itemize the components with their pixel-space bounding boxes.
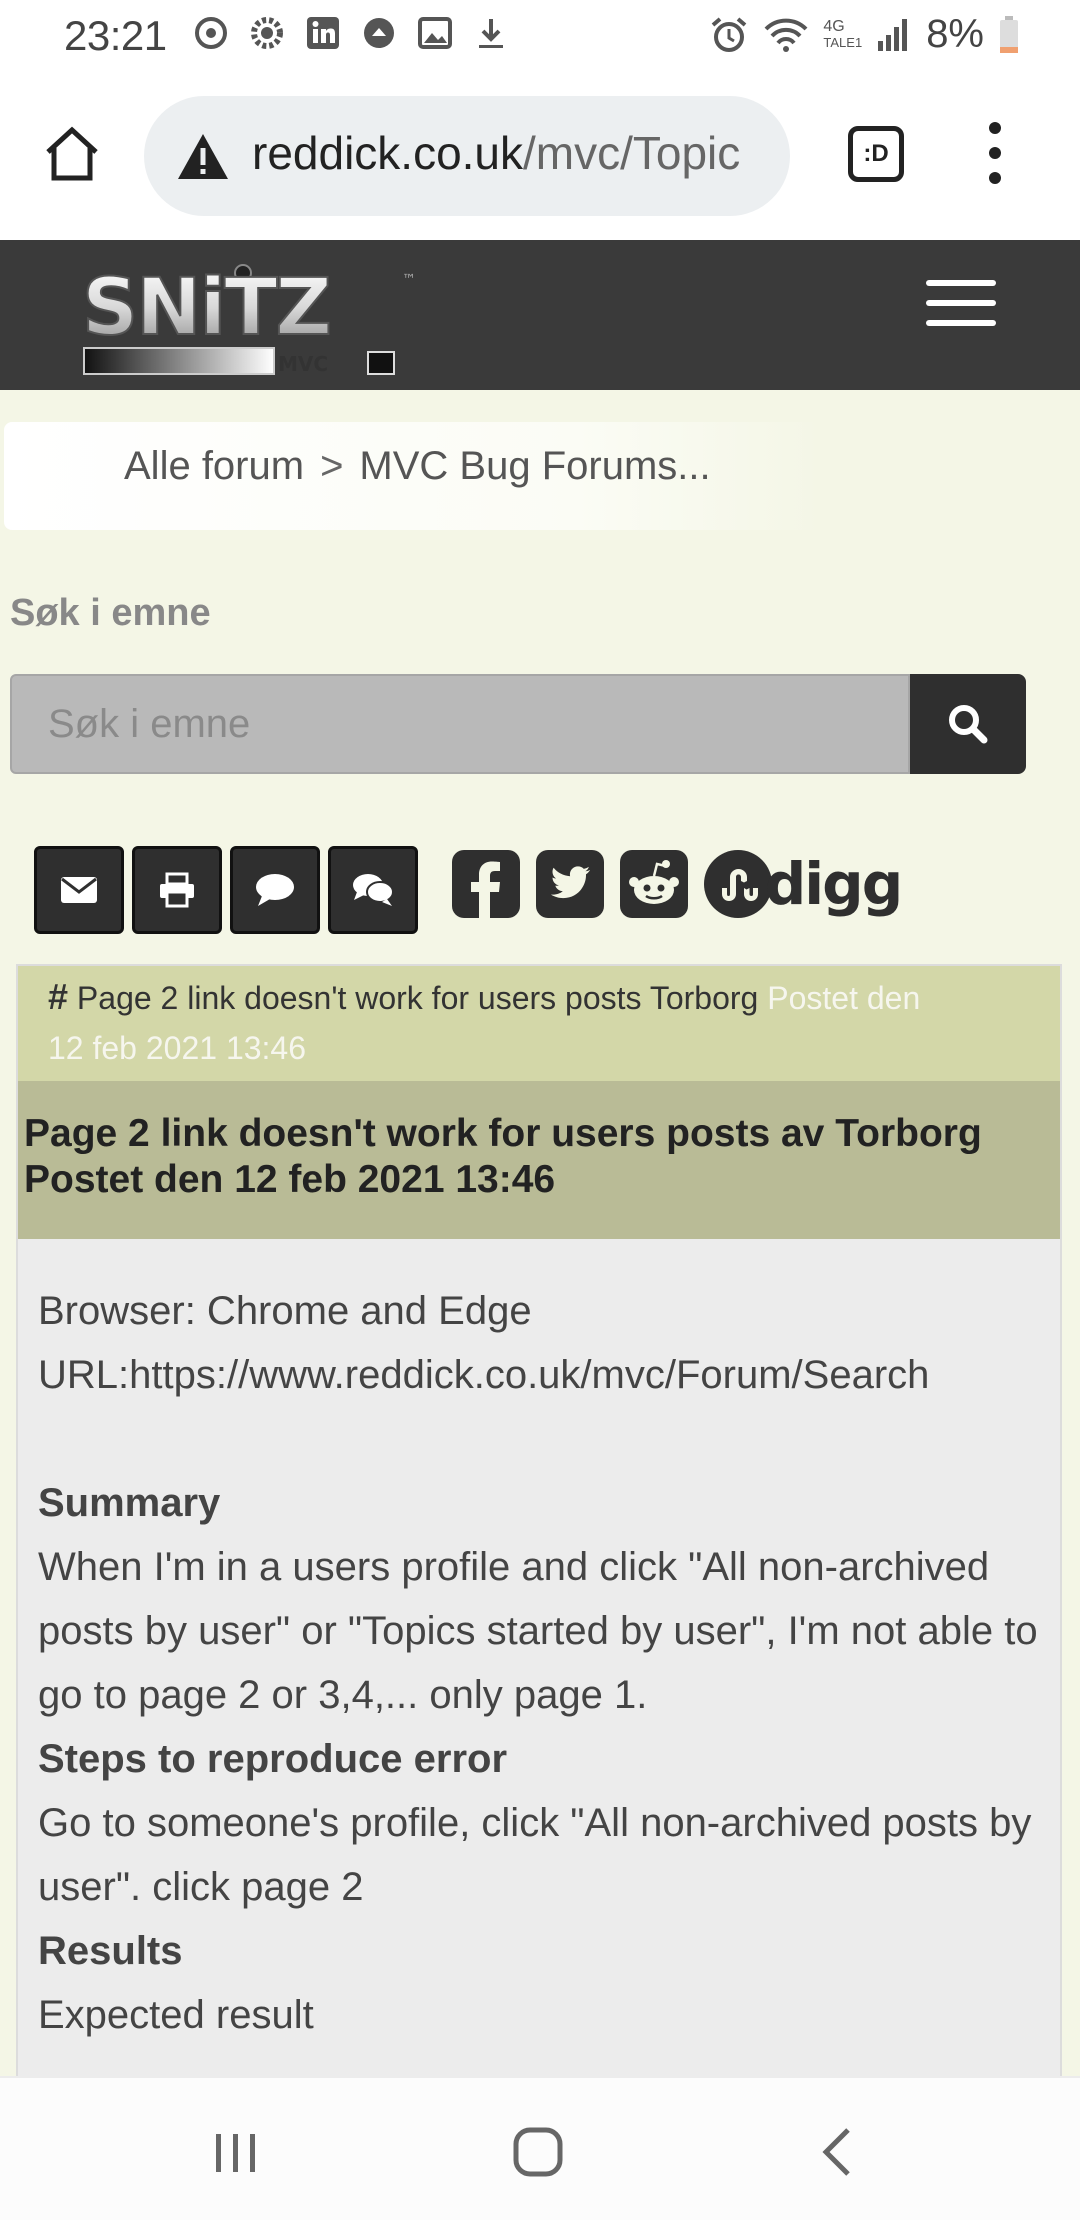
digg-icon: digg (764, 850, 903, 918)
post-heading-date: Postet den 12 feb 2021 13:46 (24, 1158, 556, 1201)
results-text: Expected result (38, 1993, 314, 2037)
system-nav-bar (0, 2076, 1080, 2220)
email-topic-button[interactable] (34, 846, 124, 934)
post-heading: Page 2 link doesn't work for users posts… (18, 1081, 1060, 1239)
hash-icon: # (48, 976, 69, 1017)
stumbleupon-icon (704, 850, 772, 918)
battery-icon (1000, 15, 1018, 53)
post-meta: # Page 2 link doesn't work for users pos… (18, 966, 1060, 1081)
post-heading-title: Page 2 link doesn't work for users posts… (24, 1112, 982, 1155)
image-icon (416, 14, 454, 52)
steps-heading: Steps to reproduce error (38, 1737, 508, 1781)
status-bar: 23:21 4G TALE1 8% (0, 0, 1080, 72)
summary-heading: Summary (38, 1481, 221, 1525)
digg-share-button[interactable]: digg (765, 850, 903, 918)
topic-actions (34, 846, 418, 934)
post-url-line[interactable]: URL:https://www.reddick.co.uk/mvc/Forum/… (38, 1343, 1040, 1407)
more-options-icon[interactable] (980, 118, 1010, 188)
browser-toolbar: reddick.co.uk/mvc/Topic :D (0, 72, 1080, 240)
home-nav-icon[interactable] (508, 2122, 568, 2182)
warning-icon[interactable] (176, 132, 230, 182)
reply-topic-button[interactable] (230, 846, 320, 934)
linkedin-icon (304, 14, 342, 52)
notification-icons (192, 14, 510, 52)
search-label: Søk i emne (10, 592, 211, 634)
wifi-icon (764, 18, 808, 52)
comments-icon (353, 874, 394, 906)
url-domain: reddick.co.uk (252, 127, 524, 179)
url-text[interactable]: reddick.co.uk/mvc/Topic (252, 126, 740, 180)
facebook-icon (452, 850, 520, 918)
summary-text: When I'm in a users profile and click "A… (38, 1545, 1038, 1717)
post-browser-line: Browser: Chrome and Edge (38, 1289, 532, 1333)
print-icon (160, 872, 194, 908)
breadcrumb-item-all-forums[interactable]: Alle forum (124, 444, 304, 488)
battery-percent: 8% (926, 12, 984, 56)
print-topic-button[interactable] (132, 846, 222, 934)
tabs-button[interactable]: :D (848, 126, 904, 182)
alarm-icon (712, 16, 747, 52)
svg-text:MVC: MVC (278, 352, 328, 376)
post-body: Browser: Chrome and Edge URL:https://www… (18, 1239, 1060, 2111)
url-path: /mvc/Topic (523, 127, 741, 179)
signal-icon (878, 18, 908, 51)
network-sub: TALE1 (823, 34, 863, 50)
recent-apps-icon[interactable] (206, 2122, 266, 2182)
sync-icon (192, 14, 230, 52)
site-header: SNiTZ ™ MVC (0, 240, 1080, 390)
breadcrumb-item-mvc-bug-forums[interactable]: MVC Bug Forums... (359, 444, 710, 488)
upload-icon (360, 14, 398, 52)
download-icon (472, 14, 510, 52)
post-meta-posted: Postet den (767, 980, 921, 1016)
reddit-share-button[interactable] (620, 850, 688, 918)
twitter-icon (536, 850, 604, 918)
network-type: 4G (823, 17, 845, 35)
envelope-icon (61, 877, 97, 903)
twitter-share-button[interactable] (536, 850, 604, 918)
search-icon (949, 705, 988, 744)
social-share: digg (452, 850, 903, 918)
search-button[interactable] (910, 674, 1026, 774)
breadcrumb-separator: > (320, 444, 344, 488)
post-meta-date: 12 feb 2021 13:46 (48, 1030, 307, 1066)
snitz-logo[interactable]: SNiTZ ™ MVC (80, 254, 430, 378)
quote-topic-button[interactable] (328, 846, 418, 934)
reddit-icon (620, 850, 688, 918)
post-meta-title[interactable]: Page 2 link doesn't work for users posts… (77, 980, 758, 1016)
results-heading: Results (38, 1929, 183, 1973)
system-icons: 4G TALE1 8% (709, 12, 1020, 57)
network-indicator: 4G TALE1 (823, 17, 863, 51)
svg-text:™: ™ (402, 272, 416, 288)
steps-text: Go to someone's profile, click "All non-… (38, 1801, 1032, 1909)
post-card: # Page 2 link doesn't work for users pos… (16, 964, 1062, 2220)
comment-icon (256, 874, 294, 906)
search-form (10, 674, 1026, 774)
breadcrumb: Alle forum > MVC Bug Forums... (4, 422, 824, 530)
settings-icon (248, 14, 286, 52)
back-icon[interactable] (810, 2122, 870, 2182)
svg-text:SNiTZ: SNiTZ (82, 263, 330, 353)
search-input[interactable] (10, 674, 910, 774)
hamburger-menu-icon[interactable] (926, 280, 996, 344)
facebook-share-button[interactable] (452, 850, 520, 918)
status-time: 23:21 (64, 12, 167, 59)
home-icon[interactable] (40, 122, 104, 186)
url-bar[interactable]: reddick.co.uk/mvc/Topic (144, 96, 790, 216)
stumbleupon-share-button[interactable] (704, 850, 772, 918)
